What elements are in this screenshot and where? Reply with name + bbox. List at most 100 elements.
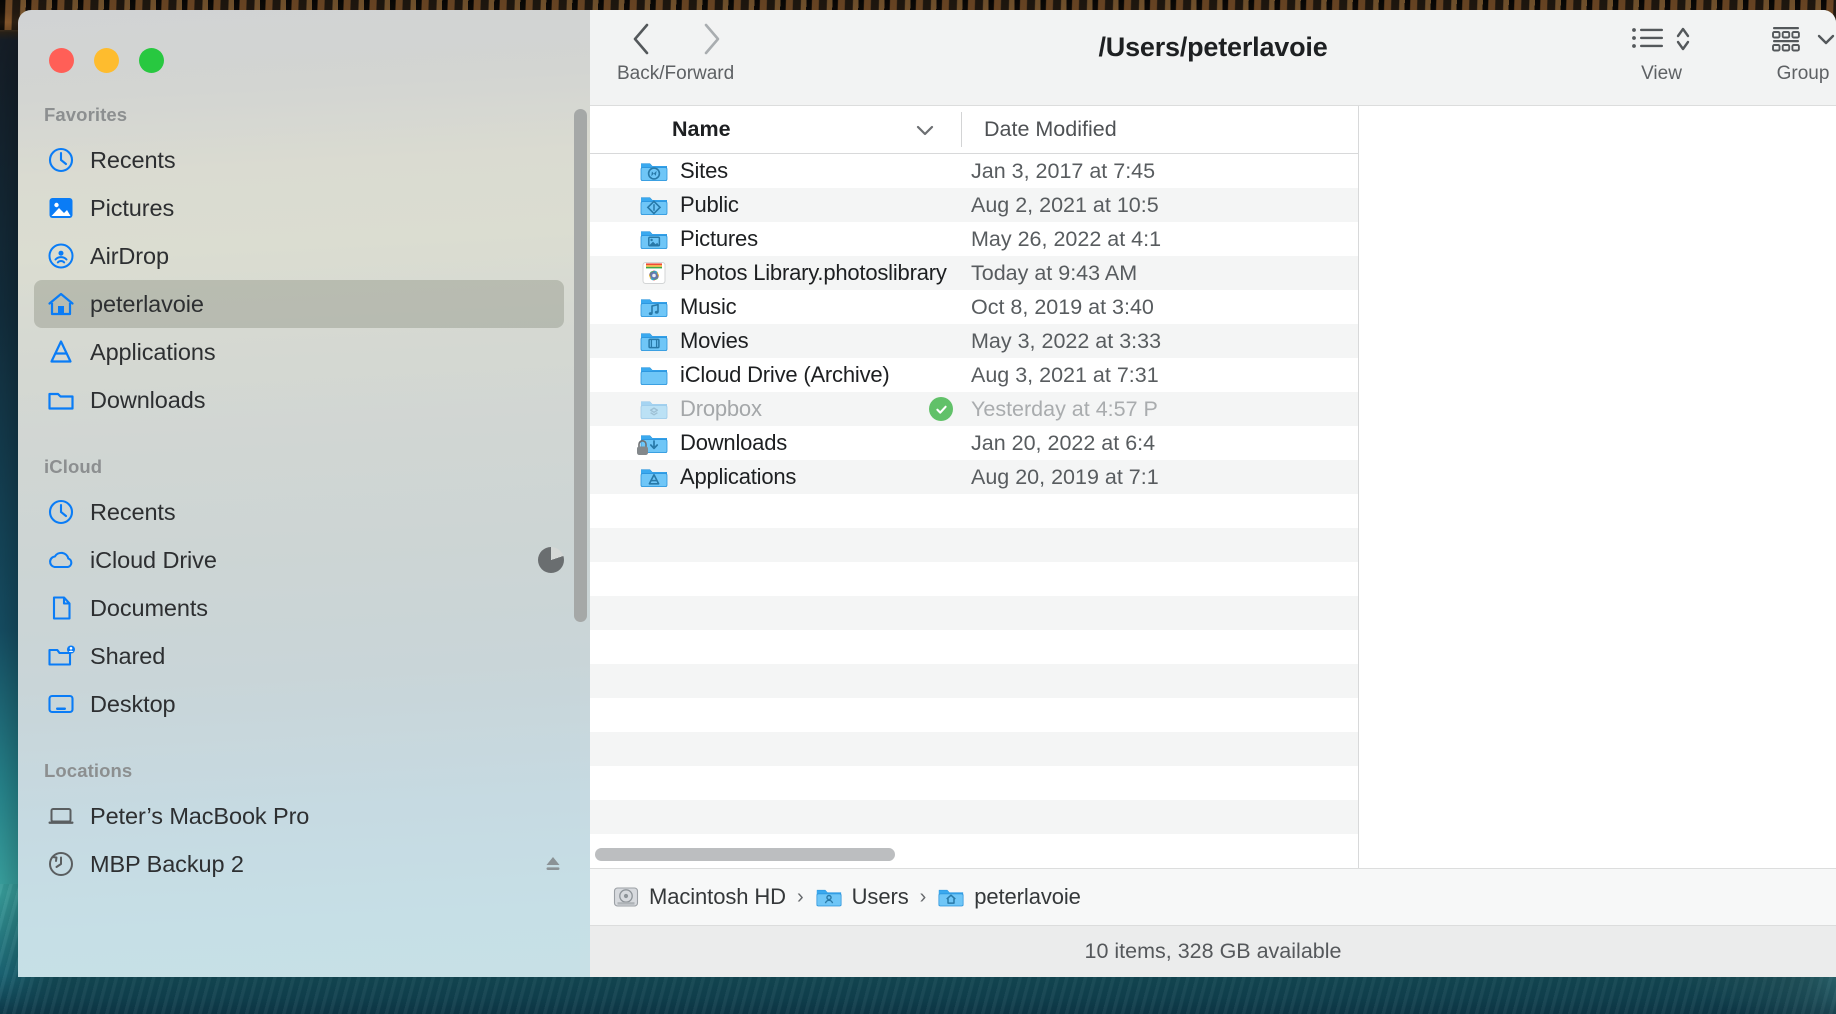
table-row-empty [590,528,1358,562]
group-label: Group [1776,63,1830,84]
file-name: Sites [680,158,728,183]
desktop-icon [44,689,78,719]
table-row[interactable]: iCloud Drive (Archive) Aug 3, 2021 at 7:3… [590,358,1358,392]
column-header-name[interactable]: Name [590,106,962,153]
sort-chevron-down-icon[interactable] [914,123,936,137]
breadcrumb-item-peterlavoie[interactable]: peterlavoie [937,884,1081,910]
back-button[interactable] [618,16,664,62]
content-pane: Back/Forward /Users/peterlavoie View Gro… [590,10,1836,977]
breadcrumb-item-label: Macintosh HD [649,884,786,909]
eject-icon[interactable] [542,853,564,875]
folder-music-icon [639,294,669,320]
sidebar-item-applications[interactable]: Applications [34,328,564,376]
sync-complete-badge [929,397,953,421]
laptop-icon [44,801,78,831]
sidebar-item-label: Downloads [90,386,206,413]
file-name: Movies [680,328,749,353]
folder-plain-icon [639,362,669,388]
sidebar-item-label: MBP Backup 2 [90,850,244,877]
breadcrumb-separator: › [796,885,804,908]
file-list[interactable]: Sites Jan 3, 2017 at 7:45 Public Aug 2, 20… [590,154,1359,868]
back-forward-group: Back/Forward [617,10,734,106]
folder-downloads-icon [637,430,669,456]
window-controls [49,48,164,73]
sidebar-list-locations: Peter’s MacBook Pro MBP Backup 2 [18,792,590,888]
column-header-name-label: Name [672,117,731,141]
sidebar-item-label: AirDrop [90,242,169,269]
file-date-modified: Aug 2, 2021 at 10:5 [971,192,1159,217]
sidebar-item-label: peterlavoie [90,290,204,317]
view-label: View [1641,63,1682,84]
clock-icon [44,497,78,527]
file-date-modified: Yesterday at 4:57 P [971,396,1158,421]
horizontal-scrollbar-thumb[interactable] [595,848,895,861]
table-row[interactable]: Downloads Jan 20, 2022 at 6:4 [590,426,1358,460]
sidebar-item-label: iCloud Drive [90,546,217,573]
sidebar-item-peterlavoie[interactable]: peterlavoie [34,280,564,328]
table-row[interactable]: Applications Aug 20, 2019 at 7:1 [590,460,1358,494]
sidebar: Favorites Recents Pictures AirDrop peter… [18,10,590,977]
file-list-horizontal-scrollbar[interactable] [590,842,1358,868]
table-row[interactable]: Movies May 3, 2022 at 3:33 [590,324,1358,358]
path-title: /Users/peterlavoie [1098,32,1328,62]
view-sort-stepper-icon[interactable] [1674,24,1692,54]
airdrop-icon [44,241,78,271]
table-row[interactable]: Sites Jan 3, 2017 at 7:45 [590,154,1358,188]
sidebar-item-label: Pictures [90,194,175,221]
file-date-modified: Aug 3, 2021 at 7:31 [971,362,1159,387]
table-row[interactable]: Dropbox Yesterday at 4:57 P [590,392,1358,426]
sidebar-item-airdrop[interactable]: AirDrop [34,232,564,280]
list-view-icon[interactable] [1631,26,1665,52]
sidebar-item-shared[interactable]: Shared [34,632,564,680]
photos-library-icon [639,260,669,286]
breadcrumb-item-label: Users [851,884,909,909]
finder-window: Favorites Recents Pictures AirDrop peter… [18,10,1836,977]
file-date-modified: May 3, 2022 at 3:33 [971,328,1162,353]
view-group[interactable]: View [1631,10,1692,106]
forward-button[interactable] [688,16,734,62]
folder-icon [44,385,78,415]
hard-drive-icon [612,884,640,910]
status-bar-text: 10 items, 328 GB available [1084,939,1342,963]
breadcrumb-item-macintosh-hd[interactable]: Macintosh HD [612,884,786,910]
sidebar-item-icloud-drive[interactable]: iCloud Drive [34,536,564,584]
minimize-button[interactable] [94,48,119,73]
file-date-modified: Oct 8, 2019 at 3:40 [971,294,1154,319]
sidebar-item-documents[interactable]: Documents [34,584,564,632]
sidebar-item-mbp-backup-2[interactable]: MBP Backup 2 [34,840,564,888]
sidebar-item-label: Recents [90,498,176,525]
clock-icon [44,145,78,175]
maximize-button[interactable] [139,48,164,73]
sidebar-item-recents[interactable]: Recents [34,488,564,536]
column-header-date-label: Date Modified [984,117,1117,141]
table-row[interactable]: Music Oct 8, 2019 at 3:40 [590,290,1358,324]
sidebar-scrollbar-thumb[interactable] [574,109,587,622]
sidebar-item-recents[interactable]: Recents [34,136,564,184]
sidebar-item-desktop[interactable]: Desktop [34,680,564,728]
close-button[interactable] [49,48,74,73]
table-row[interactable]: Public Aug 2, 2021 at 10:5 [590,188,1358,222]
sidebar-item-pictures[interactable]: Pictures [34,184,564,232]
breadcrumb[interactable]: Macintosh HD › Users › peterlavoie [590,868,1836,925]
column-header-date-modified[interactable]: Date Modified [962,106,1359,153]
sidebar-item-label: Desktop [90,690,176,717]
sidebar-item-label: Shared [90,642,166,669]
sync-progress-pie [538,547,564,573]
sidebar-item-downloads[interactable]: Downloads [34,376,564,424]
status-bar: 10 items, 328 GB available [590,925,1836,977]
breadcrumb-item-users[interactable]: Users [815,884,909,910]
table-row[interactable]: Photos Library.photoslibrary Today at 9:4… [590,256,1358,290]
group-by-icon[interactable] [1770,25,1804,53]
chevron-down-icon[interactable] [1816,32,1836,46]
table-row-empty [590,664,1358,698]
folder-applications-icon [639,464,669,490]
sidebar-list-icloud: Recents iCloud Drive Documents Shared Des… [18,488,590,728]
group-group[interactable]: Group [1770,10,1836,106]
breadcrumb-separator: › [919,885,927,908]
table-row[interactable]: Pictures May 26, 2022 at 4:1 [590,222,1358,256]
sidebar-item-peter-s-macbook-pro[interactable]: Peter’s MacBook Pro [34,792,564,840]
file-name: iCloud Drive (Archive) [680,362,890,387]
table-row-empty [590,596,1358,630]
table-row-empty [590,698,1358,732]
sidebar-list-favorites: Recents Pictures AirDrop peterlavoie App… [18,136,590,424]
